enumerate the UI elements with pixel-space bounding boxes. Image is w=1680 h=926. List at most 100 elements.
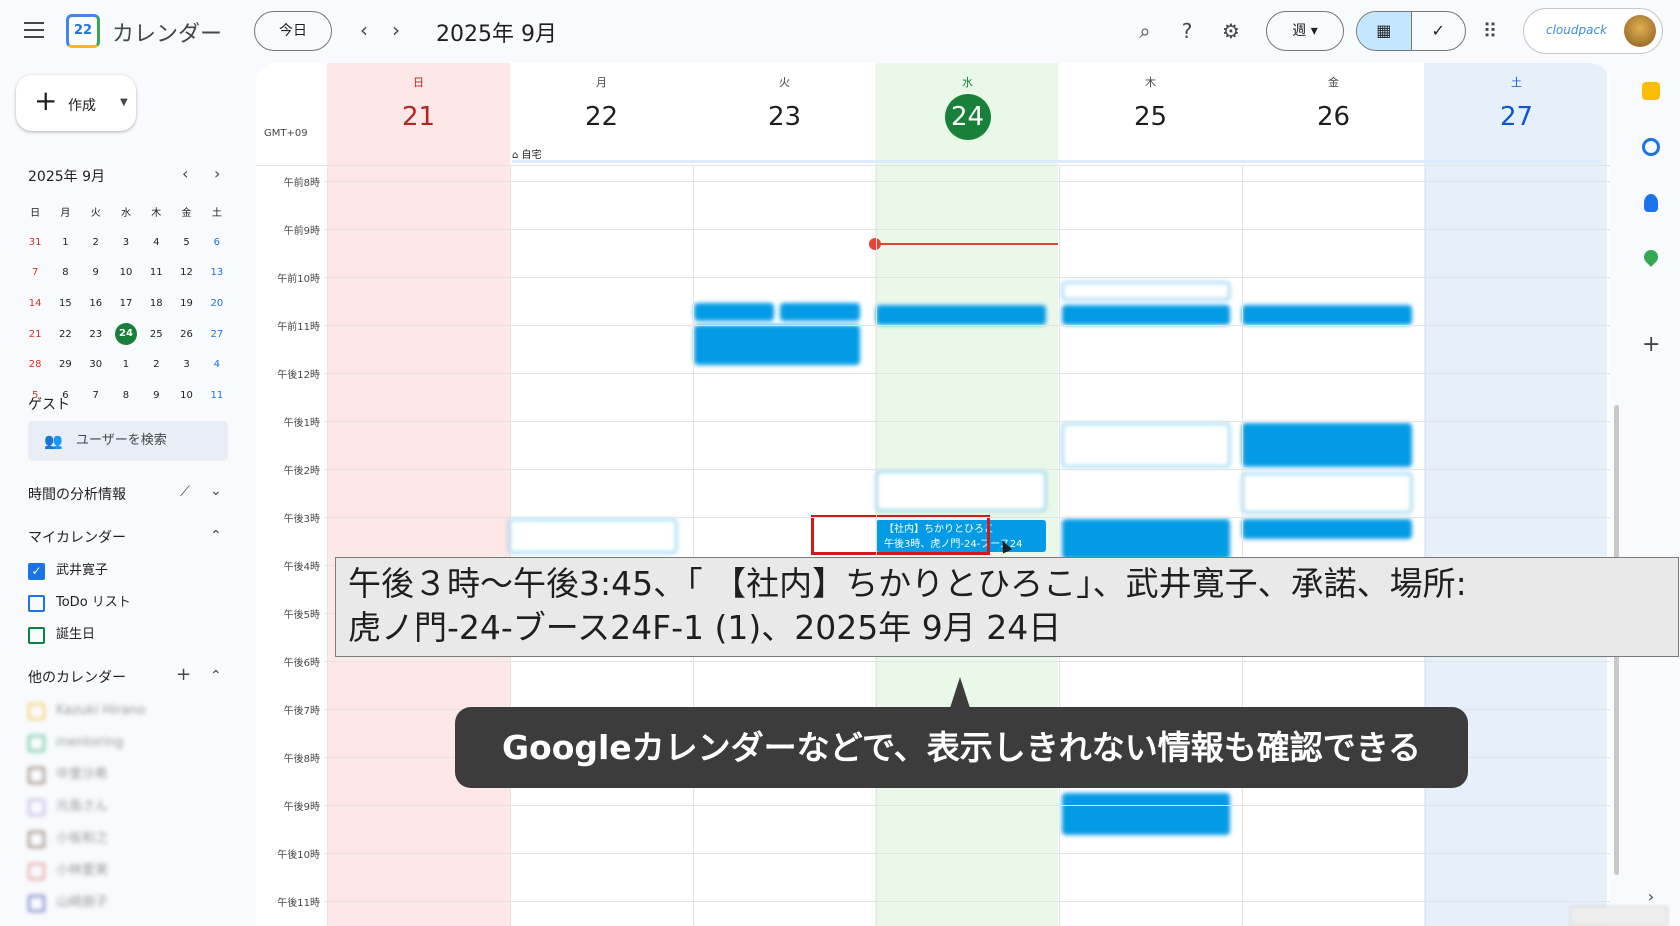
other-calendars-heading[interactable]: 他のカレンダー — [28, 667, 126, 687]
mini-calendar-day[interactable]: 19 — [171, 298, 201, 309]
day-number[interactable]: 22 — [579, 94, 625, 140]
day-header[interactable]: 月 22 — [510, 63, 693, 147]
day-header[interactable]: 火 23 — [693, 63, 876, 147]
view-switcher-button[interactable]: 週 ▾ — [1266, 11, 1344, 51]
day-number[interactable]: 26 — [1311, 94, 1357, 140]
day-header[interactable]: 日 21 — [327, 63, 510, 147]
mini-calendar-day[interactable]: 31 — [20, 237, 50, 248]
calendar-checkbox[interactable] — [28, 627, 45, 644]
keep-icon[interactable] — [1642, 82, 1660, 100]
mini-calendar-day[interactable]: 26 — [171, 329, 201, 340]
calendar-checkbox[interactable] — [28, 863, 45, 880]
calendar-event[interactable] — [1062, 423, 1230, 467]
settings-gear-icon[interactable]: ⚙ — [1218, 18, 1244, 44]
maps-icon[interactable] — [1641, 247, 1661, 267]
calendar-event[interactable] — [1242, 519, 1412, 539]
mini-calendar-day[interactable]: 11 — [202, 390, 232, 401]
today-button[interactable]: 今日 — [254, 11, 332, 51]
mini-calendar-day[interactable]: 3 — [171, 359, 201, 370]
mini-calendar-day[interactable]: 2 — [141, 359, 171, 370]
insights-chart-icon[interactable]: ⟋ — [180, 484, 190, 500]
tasks-view-icon[interactable]: ✓ — [1412, 12, 1466, 50]
mini-prev-month-icon[interactable]: ‹ — [182, 164, 188, 183]
day-number[interactable]: 24 — [944, 94, 991, 140]
mini-calendar-day[interactable]: 14 — [20, 298, 50, 309]
calendar-checkbox[interactable] — [28, 735, 45, 752]
mini-calendar-day[interactable]: 18 — [141, 298, 171, 309]
calendar-tasks-toggle[interactable]: ▦ ✓ — [1356, 11, 1466, 51]
mini-next-month-icon[interactable]: › — [214, 164, 220, 183]
chevron-down-icon[interactable]: ⌄ — [210, 483, 222, 499]
insights-heading[interactable]: 時間の分析情報 — [28, 484, 126, 504]
main-menu-icon[interactable] — [24, 22, 44, 38]
add-addon-icon[interactable]: + — [1642, 334, 1660, 356]
chevron-right-icon[interactable]: › — [1642, 888, 1660, 906]
mini-calendar-day[interactable]: 22 — [50, 329, 80, 340]
mini-calendar-day[interactable]: 7 — [20, 267, 50, 278]
chevron-up-icon[interactable]: ⌃ — [210, 668, 222, 684]
calendar-checkbox[interactable] — [28, 703, 45, 720]
my-calendars-heading[interactable]: マイカレンダー — [28, 527, 126, 547]
day-header[interactable]: 金 26 — [1242, 63, 1425, 147]
calendar-event[interactable] — [1242, 305, 1412, 325]
mini-calendar-day[interactable]: 27 — [202, 329, 232, 340]
mini-calendar-day[interactable]: 4 — [141, 237, 171, 248]
mini-calendar-day[interactable]: 28 — [20, 359, 50, 370]
day-header[interactable]: 土 27 — [1425, 63, 1608, 147]
mini-calendar-day[interactable]: 5 — [171, 237, 201, 248]
mini-calendar-day[interactable]: 21 — [20, 329, 50, 340]
calendar-event[interactable] — [1062, 519, 1230, 559]
calendar-event[interactable] — [1062, 793, 1230, 835]
avatar[interactable] — [1624, 15, 1656, 47]
mini-calendar-day[interactable]: 24 — [111, 323, 141, 346]
calendar-event[interactable] — [780, 303, 860, 321]
mini-calendar-day[interactable]: 23 — [81, 329, 111, 340]
apps-grid-icon[interactable]: ⠿ — [1477, 18, 1503, 44]
guest-search-input[interactable]: 👥 ユーザーを検索 — [28, 421, 228, 461]
calendar-checkbox[interactable] — [28, 895, 45, 912]
day-number[interactable]: 25 — [1128, 94, 1174, 140]
mini-calendar-day[interactable]: 10 — [171, 390, 201, 401]
mini-calendar-day[interactable]: 8 — [50, 267, 80, 278]
calendar-event[interactable] — [509, 519, 677, 553]
calendar-event[interactable] — [1242, 473, 1412, 513]
day-number[interactable]: 27 — [1494, 94, 1540, 140]
calendar-event[interactable] — [694, 325, 860, 365]
calendar-event[interactable] — [876, 471, 1046, 511]
mini-calendar-day[interactable]: 13 — [202, 267, 232, 278]
day-number[interactable]: 21 — [396, 94, 442, 140]
day-number[interactable]: 23 — [762, 94, 808, 140]
next-week-icon[interactable]: › — [392, 18, 400, 42]
mini-calendar-day[interactable]: 11 — [141, 267, 171, 278]
create-button[interactable]: + 作成 ▼ — [16, 75, 136, 131]
help-icon[interactable]: ? — [1174, 18, 1200, 44]
mini-calendar-day[interactable]: 15 — [50, 298, 80, 309]
mini-calendar-day[interactable]: 9 — [141, 390, 171, 401]
calendar-event[interactable] — [1242, 423, 1412, 467]
calendar-event[interactable] — [694, 303, 774, 321]
mini-calendar-day[interactable]: 6 — [202, 237, 232, 248]
calendar-event[interactable] — [1062, 305, 1230, 325]
mini-calendar-day[interactable]: 16 — [81, 298, 111, 309]
mini-calendar-day[interactable]: 9 — [81, 267, 111, 278]
day-header[interactable]: 木 25 — [1059, 63, 1242, 147]
tasks-icon[interactable] — [1642, 138, 1660, 156]
day-header[interactable]: 水 24 — [876, 63, 1059, 147]
calendar-checkbox[interactable] — [28, 831, 45, 848]
mini-calendar-day[interactable]: 29 — [50, 359, 80, 370]
calendar-event[interactable] — [1062, 282, 1230, 300]
mini-calendar-day[interactable]: 8 — [111, 390, 141, 401]
allday-bar[interactable] — [512, 160, 1602, 163]
calendar-checkbox[interactable] — [28, 767, 45, 784]
mini-calendar-day[interactable]: 3 — [111, 237, 141, 248]
calendar-checkbox[interactable] — [28, 595, 45, 612]
contacts-icon[interactable] — [1644, 194, 1658, 212]
mini-calendar-day[interactable]: 1 — [111, 359, 141, 370]
mini-calendar-day[interactable]: 1 — [50, 237, 80, 248]
calendar-event[interactable] — [876, 305, 1046, 325]
mini-calendar-day[interactable]: 12 — [171, 267, 201, 278]
calendar-checkbox[interactable]: ✓ — [28, 563, 45, 580]
calendar-view-icon[interactable]: ▦ — [1357, 12, 1412, 50]
mini-calendar-day[interactable]: 2 — [81, 237, 111, 248]
mini-calendar-day[interactable]: 20 — [202, 298, 232, 309]
